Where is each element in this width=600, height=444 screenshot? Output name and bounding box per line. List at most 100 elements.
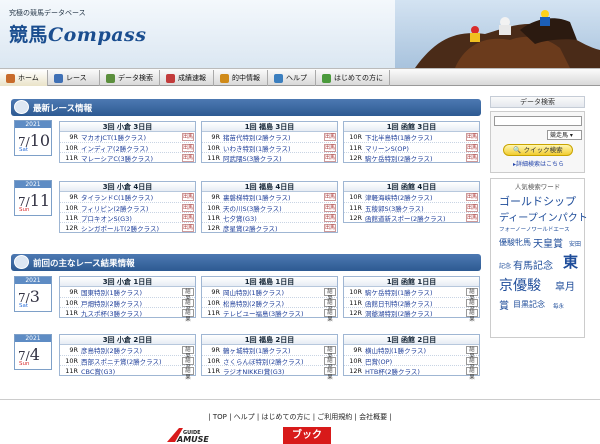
result-tag[interactable]: 結果 <box>466 346 478 360</box>
race-row[interactable]: 9R岡山特別(1勝クラス) 結果 <box>202 287 337 302</box>
footer-links[interactable]: | TOP | ヘルプ | はじめての方に | ご利用規約 | 会社概要 | <box>0 412 600 422</box>
entry-tag[interactable]: 出馬 <box>182 144 194 152</box>
card-venue[interactable]: 1回 福島 4日目 <box>202 182 337 192</box>
race-row[interactable]: 9R彦島特別(2勝クラス) 結果 <box>60 345 195 360</box>
entry-tag[interactable]: 出馬 <box>466 144 478 152</box>
race-name[interactable]: さくらんぼ特別(2勝クラス) <box>223 356 304 366</box>
race-name[interactable]: 天の川S(3勝クラス) <box>223 203 282 213</box>
result-tag[interactable]: 結果 <box>324 299 336 313</box>
race-row[interactable]: 12R HTB杯(2勝クラス) 結果 <box>344 365 479 381</box>
card-venue[interactable]: 1回 福島 3日目 <box>202 122 337 132</box>
entry-tag[interactable]: 出馬 <box>324 214 336 222</box>
result-tag[interactable]: 結果 <box>324 288 336 302</box>
race-row[interactable]: 11R マリーンS(OP) 出馬 <box>344 142 479 153</box>
card-venue[interactable]: 1回 函館 1日目 <box>344 277 479 287</box>
card-venue[interactable]: 3回 小倉 2日目 <box>60 335 195 345</box>
race-row[interactable]: 11R テレビユー福島(3勝クラス) 結果 <box>202 307 337 323</box>
race-name[interactable]: ラジオNIKKEI賞(G3) <box>223 366 284 376</box>
race-name[interactable]: 鶴ヶ城特別(1勝クラス) <box>223 345 291 355</box>
race-row[interactable]: 9R マカオJCT(1勝クラス) 出馬 <box>60 132 195 142</box>
race-row[interactable]: 10R西部スポニチ賞(2勝クラス) 結果 <box>60 355 195 371</box>
race-name[interactable]: シンガポールT(2勝クラス) <box>81 223 159 233</box>
race-name[interactable]: マレーシアC(3勝クラス) <box>81 153 153 163</box>
race-row[interactable]: 11R CBC賞(G3) 結果 <box>60 365 195 381</box>
result-tag[interactable]: 結果 <box>466 299 478 313</box>
popular-word[interactable]: 記念 <box>499 261 511 270</box>
race-name[interactable]: フィリピン(2勝クラス) <box>81 203 148 213</box>
race-name[interactable]: 阿武隈S(3勝クラス) <box>223 153 282 163</box>
result-tag[interactable]: 結果 <box>182 299 194 313</box>
entry-tag[interactable]: 出馬 <box>466 204 478 212</box>
search-input[interactable] <box>494 116 582 126</box>
result-tag[interactable]: 結果 <box>182 346 194 360</box>
entry-tag[interactable]: 出馬 <box>182 204 194 212</box>
race-name[interactable]: タイランドC(1勝クラス) <box>81 192 153 202</box>
tab-race[interactable]: レース <box>48 70 100 86</box>
tab-beginner[interactable]: はじめての方に <box>316 70 390 86</box>
result-tag[interactable]: 結果 <box>324 357 336 371</box>
result-tag[interactable]: 結果 <box>466 288 478 302</box>
popular-word[interactable]: 京優駿 <box>499 275 541 295</box>
entry-tag[interactable]: 出馬 <box>466 193 478 201</box>
race-name[interactable]: 下北半島特(1勝クラス) <box>365 132 433 142</box>
race-name[interactable]: HTB杯(2勝クラス) <box>365 366 420 376</box>
race-row[interactable]: 12R 洞爺湖特別(2勝クラス) 結果 <box>344 307 479 323</box>
result-tag[interactable]: 結果 <box>466 309 478 323</box>
quick-search-button[interactable]: 🔍 クイック検索 <box>503 144 573 156</box>
tab-data-search[interactable]: データ検索 <box>100 70 160 86</box>
race-row[interactable]: 9R横山特別(1勝クラス) 結果 <box>344 345 479 360</box>
entry-tag[interactable]: 出馬 <box>182 154 194 162</box>
race-name[interactable]: 西部スポニチ賞(2勝クラス) <box>81 356 162 366</box>
race-row[interactable]: 9R鶴ヶ城特別(1勝クラス) 結果 <box>202 345 337 360</box>
tab-results[interactable]: 成績速報 <box>160 70 214 86</box>
race-row[interactable]: 10R 下北半島特(1勝クラス) 出馬 <box>344 132 479 142</box>
race-row[interactable]: 12R 駒ケ岳特別(2勝クラス) 出馬 <box>344 152 479 163</box>
race-name[interactable]: 国東特別(1勝クラス) <box>81 287 142 297</box>
race-row[interactable]: 11R マレーシアC(3勝クラス) 出馬 <box>60 152 195 163</box>
race-name[interactable]: プロキオンS(G3) <box>81 213 132 223</box>
race-row[interactable]: 10R 津軽海峡特(2勝クラス) 出馬 <box>344 192 479 202</box>
entry-tag[interactable]: 出馬 <box>182 224 194 232</box>
search-type-select[interactable]: 競走馬 ▾ <box>547 130 582 140</box>
result-tag[interactable]: 結果 <box>324 367 336 381</box>
popular-word[interactable]: 目黒記念 <box>513 299 545 310</box>
tab-home[interactable]: ホーム <box>0 70 48 86</box>
race-name[interactable]: CBC賞(G3) <box>81 366 115 376</box>
race-row[interactable]: 12R シンガポールT(2勝クラス) 出馬 <box>60 222 195 233</box>
popular-word[interactable]: ゴールドシップ <box>499 193 576 209</box>
race-row[interactable]: 9R 猪苗代特別(2勝クラス) 出馬 <box>202 132 337 142</box>
race-name[interactable]: 五稜郭S(3勝クラス) <box>365 203 424 213</box>
result-tag[interactable]: 結果 <box>324 346 336 360</box>
entry-tag[interactable]: 出馬 <box>182 214 194 222</box>
entry-tag[interactable]: 出馬 <box>182 193 194 201</box>
entry-tag[interactable]: 出馬 <box>324 154 336 162</box>
race-row[interactable]: 11R 五稜郭S(3勝クラス) 出馬 <box>344 202 479 213</box>
popular-word[interactable]: 有馬記念 <box>513 257 553 272</box>
result-tag[interactable]: 結果 <box>182 288 194 302</box>
result-tag[interactable]: 結果 <box>182 309 194 323</box>
entry-tag[interactable]: 出馬 <box>324 204 336 212</box>
card-venue[interactable]: 1回 函館 4日目 <box>344 182 479 192</box>
entry-tag[interactable]: 出馬 <box>324 224 336 232</box>
detail-search-link[interactable]: ▸詳細検索はこちら <box>491 159 586 168</box>
race-row[interactable]: 9R タイランドC(1勝クラス) 出馬 <box>60 192 195 202</box>
race-name[interactable]: 戸畑特別(2勝クラス) <box>81 298 142 308</box>
race-row[interactable]: 10R フィリピン(2勝クラス) 出馬 <box>60 202 195 213</box>
race-row[interactable]: 10R インディア(2勝クラス) 出馬 <box>60 142 195 153</box>
result-tag[interactable]: 結果 <box>182 367 194 381</box>
race-name[interactable]: 函館道新スポー(2勝クラス) <box>365 213 446 223</box>
entry-tag[interactable]: 出馬 <box>466 214 478 222</box>
card-venue[interactable]: 3回 小倉 3日目 <box>60 122 195 132</box>
race-row[interactable]: 9R 裏磐梯特別(1勝クラス) 出馬 <box>202 192 337 202</box>
race-row[interactable]: 10R戸畑特別(2勝クラス) 結果 <box>60 297 195 313</box>
race-name[interactable]: 巴賞(OP) <box>365 356 392 366</box>
race-name[interactable]: インディア(2勝クラス) <box>81 143 148 153</box>
race-row[interactable]: 11R函館日刊特(2勝クラス) 結果 <box>344 297 479 313</box>
entry-tag[interactable]: 出馬 <box>324 193 336 201</box>
race-name[interactable]: 彦島特別(2勝クラス) <box>81 345 142 355</box>
entry-tag[interactable]: 出馬 <box>466 154 478 162</box>
entry-tag[interactable]: 出馬 <box>324 144 336 152</box>
popular-word[interactable]: 東 <box>563 251 578 272</box>
entry-tag[interactable]: 出馬 <box>466 133 478 141</box>
entry-tag[interactable]: 出馬 <box>324 133 336 141</box>
